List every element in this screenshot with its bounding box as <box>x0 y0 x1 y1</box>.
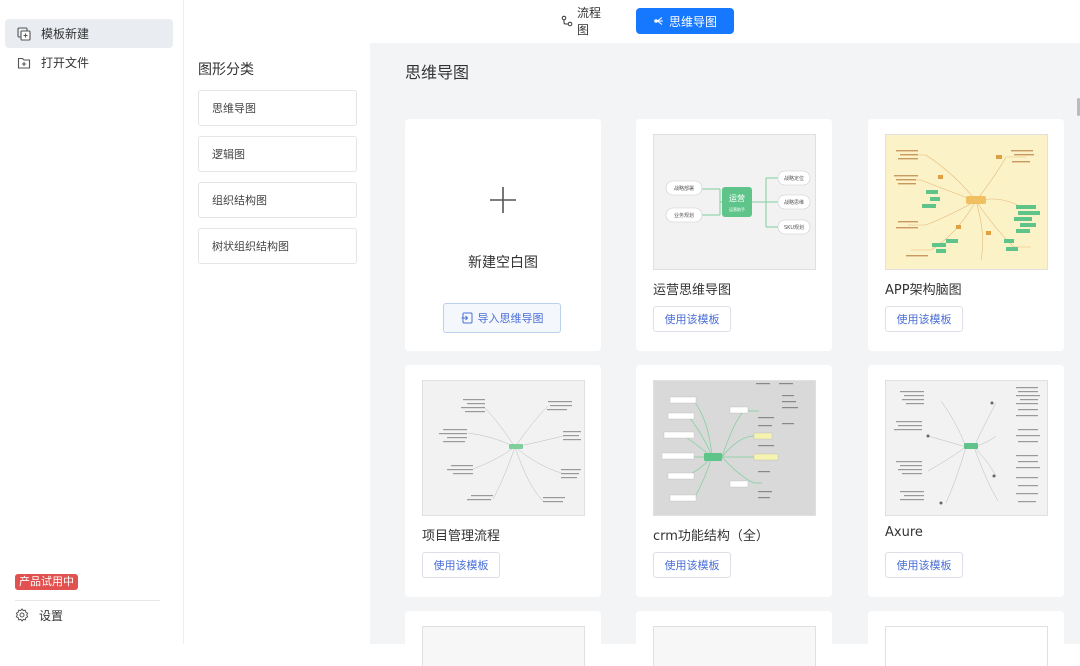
flowchart-icon <box>561 15 573 27</box>
template-card[interactable] <box>868 611 1064 666</box>
template-thumbnail <box>885 380 1048 516</box>
template-card[interactable]: crm功能结构（全） 使用该模板 <box>636 365 832 597</box>
template-title: 项目管理流程 <box>422 529 501 544</box>
template-thumbnail <box>422 380 585 516</box>
sidebar: 模板新建 打开文件 产品试用中 设置 <box>0 0 184 644</box>
template-title: Axure <box>885 525 923 540</box>
category-item-logic[interactable]: 逻辑图 <box>198 136 357 172</box>
template-thumbnail <box>885 626 1048 666</box>
template-gallery: 思维导图 新建空白图 导入思维导图 运营 运营助手 战略部署 业务规划 战略定位… <box>370 43 1080 666</box>
svg-text:SKU规划: SKU规划 <box>784 224 804 231</box>
open-file-icon <box>17 56 31 70</box>
tab-label: 思维导图 <box>668 14 717 29</box>
template-title: 运营思维导图 <box>653 283 732 298</box>
template-card[interactable]: APP架构脑图 使用该模板 <box>868 119 1064 351</box>
svg-text:战略思维: 战略思维 <box>784 199 804 206</box>
mindmap-icon <box>653 15 665 27</box>
settings-button[interactable]: 设置 <box>15 606 63 624</box>
sidebar-item-label: 打开文件 <box>41 56 90 70</box>
category-item-tree-org-chart[interactable]: 树状组织结构图 <box>198 228 357 264</box>
template-new-icon <box>17 26 31 41</box>
template-thumbnail <box>885 134 1048 270</box>
page-title: 思维导图 <box>405 63 470 82</box>
thumb-center-sub: 运营助手 <box>729 206 745 212</box>
sidebar-item-label: 模板新建 <box>41 27 90 41</box>
trial-badge: 产品试用中 <box>15 574 78 590</box>
use-template-button[interactable]: 使用该模板 <box>653 306 731 332</box>
category-title: 图形分类 <box>198 62 254 78</box>
category-item-org-chart[interactable]: 组织结构图 <box>198 182 357 218</box>
use-template-button[interactable]: 使用该模板 <box>885 552 963 578</box>
tab-flowchart[interactable]: 流程图 <box>551 6 621 37</box>
template-card[interactable] <box>636 611 832 666</box>
template-thumbnail: 运营 运营助手 战略部署 业务规划 战略定位 战略思维 SKU规划 <box>653 134 816 270</box>
use-template-button[interactable]: 使用该模板 <box>422 552 500 578</box>
use-template-button[interactable]: 使用该模板 <box>885 306 963 332</box>
category-panel: 图形分类 思维导图 逻辑图 组织结构图 树状组织结构图 <box>184 43 370 644</box>
sidebar-divider <box>15 600 160 601</box>
sidebar-item-template-new[interactable]: 模板新建 <box>5 19 173 48</box>
new-blank-card[interactable]: 新建空白图 导入思维导图 <box>405 119 601 351</box>
svg-text:战略定位: 战略定位 <box>784 175 804 182</box>
template-thumbnail <box>653 626 816 666</box>
template-thumbnail <box>653 380 816 516</box>
tab-mindmap[interactable]: 思维导图 <box>636 8 734 34</box>
template-title: APP架构脑图 <box>885 283 962 298</box>
template-card[interactable]: 项目管理流程 使用该模板 <box>405 365 601 597</box>
sidebar-item-open-file[interactable]: 打开文件 <box>5 48 173 77</box>
template-title: crm功能结构（全） <box>653 529 769 544</box>
import-icon <box>461 312 472 324</box>
use-template-button[interactable]: 使用该模板 <box>653 552 731 578</box>
settings-label: 设置 <box>39 608 64 623</box>
template-card[interactable] <box>405 611 601 666</box>
template-thumbnail <box>422 626 585 666</box>
svg-text:战略部署: 战略部署 <box>674 185 694 192</box>
import-label: 导入思维导图 <box>477 312 544 325</box>
new-blank-label: 新建空白图 <box>468 255 538 271</box>
plus-icon <box>490 187 516 213</box>
thumb-center-text: 运营 <box>729 193 745 203</box>
import-mindmap-button[interactable]: 导入思维导图 <box>443 303 561 333</box>
top-tab-bar: 流程图 思维导图 <box>184 0 1080 43</box>
template-card[interactable]: 运营 运营助手 战略部署 业务规划 战略定位 战略思维 SKU规划 运营思维导图… <box>636 119 832 351</box>
tab-label: 流程图 <box>577 6 602 37</box>
category-item-mindmap[interactable]: 思维导图 <box>198 90 357 126</box>
template-card[interactable]: Axure 使用该模板 <box>868 365 1064 597</box>
gear-icon <box>15 608 29 622</box>
svg-text:业务规划: 业务规划 <box>674 212 694 219</box>
